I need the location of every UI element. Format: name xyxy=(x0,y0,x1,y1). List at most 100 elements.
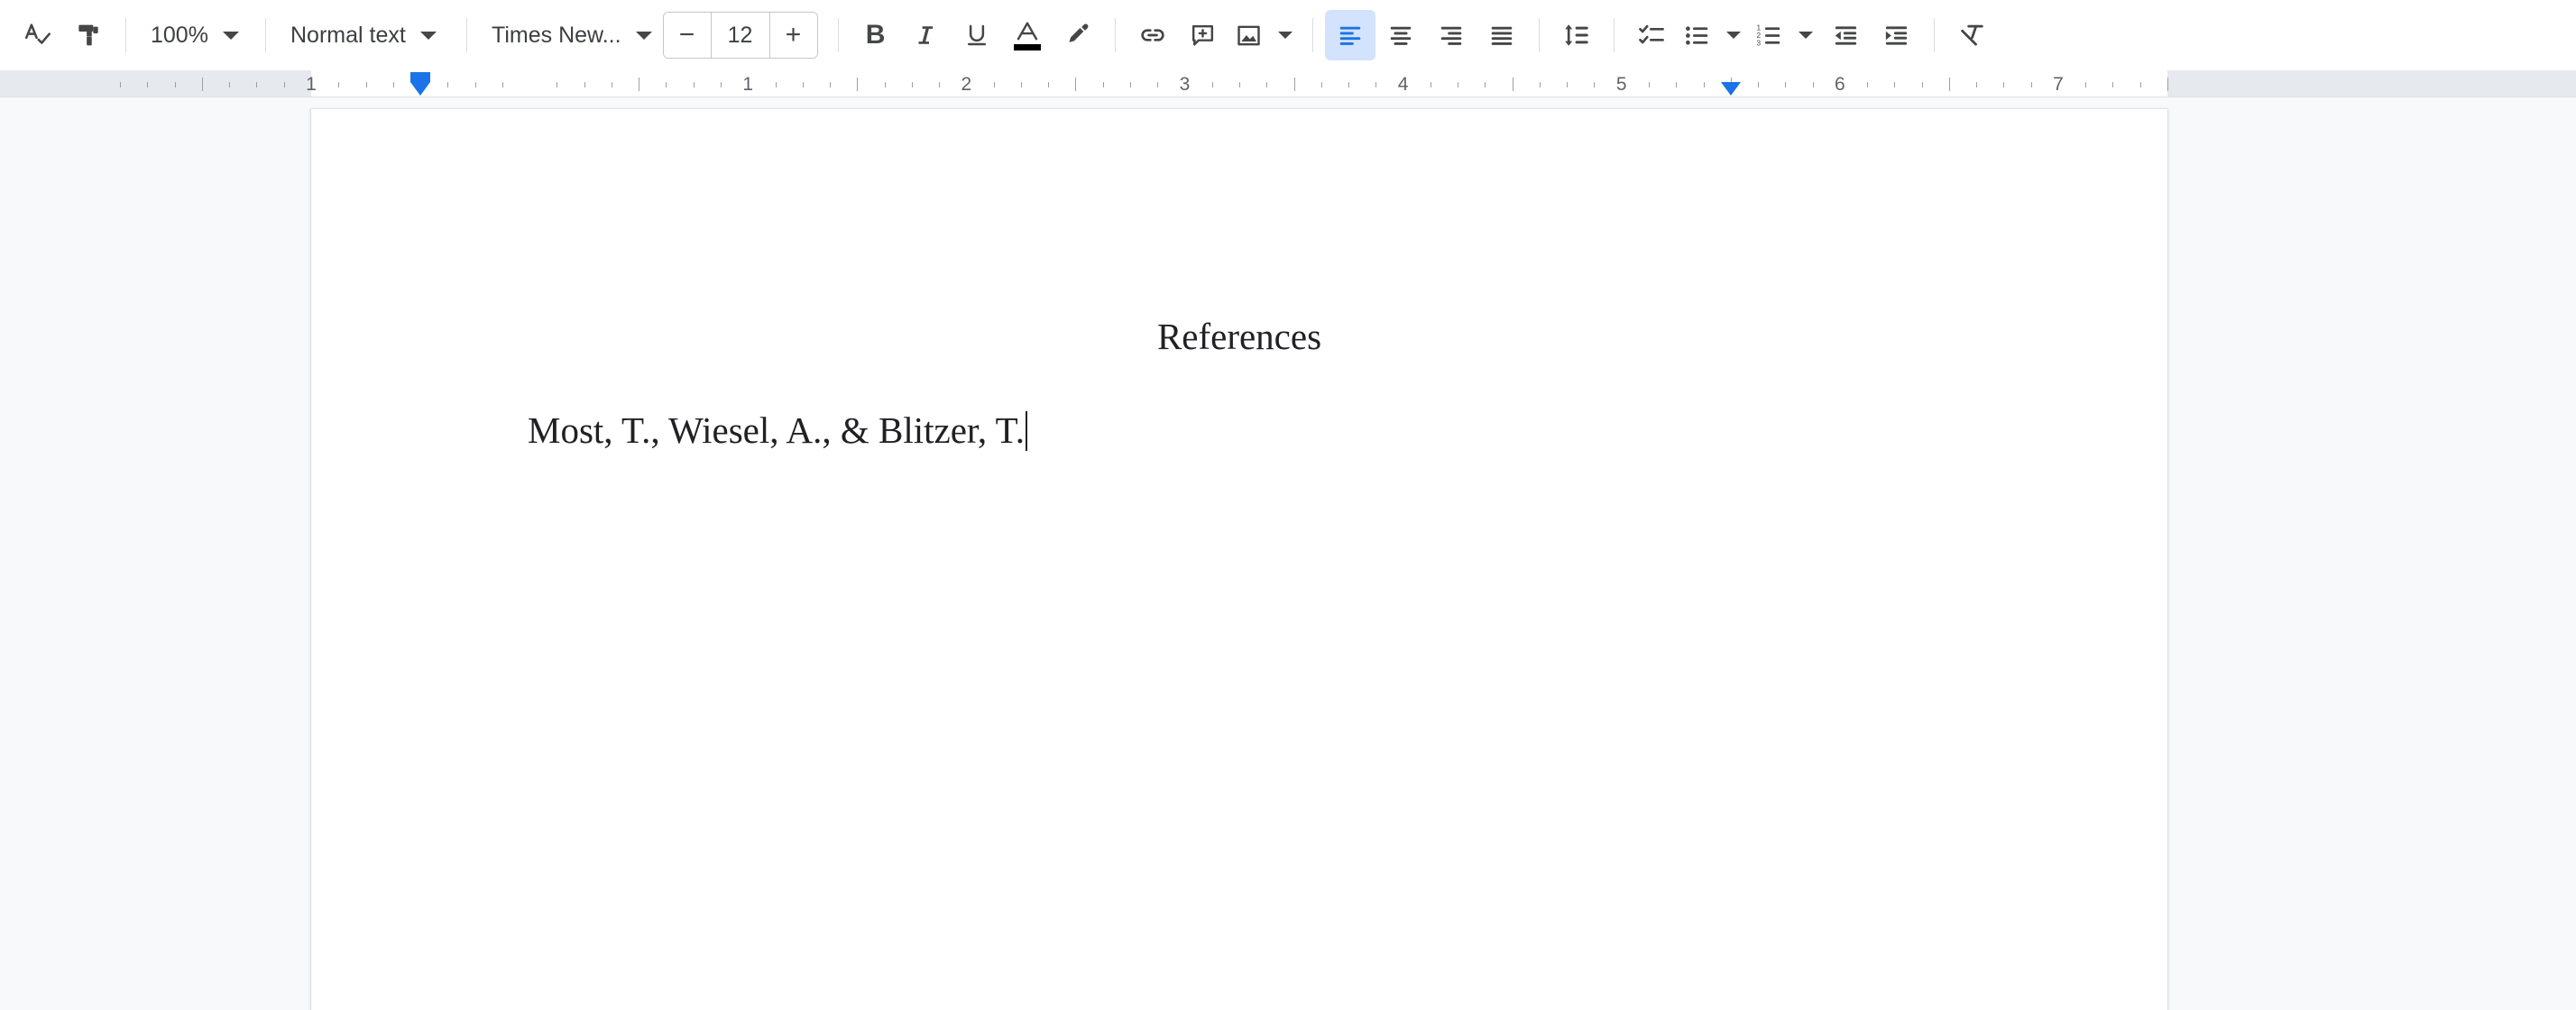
chevron-down-icon xyxy=(1798,32,1813,39)
ruler-number: 1 xyxy=(742,74,754,95)
ruler-tick xyxy=(1485,82,1486,87)
increase-font-size-button[interactable]: + xyxy=(769,13,817,58)
spelling-check-button[interactable] xyxy=(13,10,63,60)
ruler-tick xyxy=(666,82,667,87)
ruler-ticks: 1 1 2 3 4 5 6 7 xyxy=(0,70,2576,96)
right-indent-marker[interactable] xyxy=(1720,82,1741,96)
left-indent-marker[interactable] xyxy=(410,82,431,96)
decrease-indent-button[interactable] xyxy=(1821,10,1872,60)
document-ruler[interactable]: 1 1 2 3 4 5 6 7 xyxy=(0,70,2576,97)
italic-button[interactable] xyxy=(901,10,952,60)
chevron-down-icon xyxy=(1725,32,1741,39)
text-cursor xyxy=(1025,411,1027,451)
spellcheck-icon xyxy=(23,20,53,50)
ruler-number: 7 xyxy=(2053,74,2064,95)
ruler-tick xyxy=(584,82,585,87)
bulleted-list-button[interactable] xyxy=(1677,10,1718,60)
paragraph-text: Most, T., Wiesel, A., & Blitzer, T. xyxy=(528,409,1025,451)
ruler-tick xyxy=(338,82,340,87)
add-comment-button[interactable] xyxy=(1178,10,1228,60)
highlight-color-button[interactable] xyxy=(1053,10,1103,60)
ruler-tick xyxy=(120,82,122,87)
ruler-number: 5 xyxy=(1615,74,1627,95)
align-left-icon xyxy=(1337,22,1364,49)
align-right-button[interactable] xyxy=(1426,10,1477,60)
align-left-button[interactable] xyxy=(1324,10,1375,60)
ruler-tick xyxy=(147,82,149,87)
first-line-indent-marker[interactable] xyxy=(410,72,431,82)
insert-image-button[interactable] xyxy=(1228,10,1270,60)
decrease-font-size-button[interactable]: − xyxy=(663,13,711,58)
ruler-tick xyxy=(174,82,176,87)
insert-image-dropdown[interactable] xyxy=(1270,10,1301,60)
numbered-list-dropdown[interactable] xyxy=(1790,10,1821,60)
ruler-number: 2 xyxy=(961,74,972,95)
ruler-tick xyxy=(775,82,777,87)
zoom-selector[interactable]: 100% xyxy=(138,10,253,60)
ruler-number: 6 xyxy=(1834,74,1845,95)
document-page[interactable]: References Most, T., Wiesel, A., & Blitz… xyxy=(311,109,2167,1010)
ruler-tick xyxy=(1075,78,1077,91)
align-center-button[interactable] xyxy=(1375,10,1426,60)
bulleted-list-dropdown[interactable] xyxy=(1718,10,1749,60)
ruler-tick xyxy=(1785,82,1787,87)
text-color-button[interactable] xyxy=(1002,10,1053,60)
ruler-tick xyxy=(720,82,722,87)
ruler-tick xyxy=(1020,82,1022,87)
checklist-button[interactable] xyxy=(1626,10,1677,60)
ruler-tick xyxy=(392,82,394,87)
font-family-value: Times New... xyxy=(492,22,621,48)
ruler-tick xyxy=(1976,82,1978,87)
document-body[interactable]: References Most, T., Wiesel, A., & Blitz… xyxy=(528,318,1951,451)
ruler-tick xyxy=(201,78,203,91)
increase-indent-icon xyxy=(1882,22,1910,50)
italic-icon xyxy=(913,22,940,49)
paragraph-style-selector[interactable]: Normal text xyxy=(278,10,455,60)
document-heading: References xyxy=(1156,316,1322,357)
ruler-tick xyxy=(884,82,886,87)
document-canvas[interactable]: References Most, T., Wiesel, A., & Blitz… xyxy=(0,97,2576,1010)
ruler-tick xyxy=(1894,82,1896,87)
ruler-tick xyxy=(474,82,476,87)
line-spacing-button[interactable] xyxy=(1551,10,1602,60)
underline-icon xyxy=(963,22,990,49)
align-justify-button[interactable] xyxy=(1477,10,1527,60)
increase-indent-button[interactable] xyxy=(1872,10,1922,60)
numbered-list-button[interactable]: 1 2 3 xyxy=(1749,10,1790,60)
ruler-tick xyxy=(939,82,941,87)
toolbar-divider xyxy=(125,18,126,52)
toolbar-divider xyxy=(466,18,467,52)
ruler-number: 4 xyxy=(1397,74,1409,95)
decrease-indent-icon xyxy=(1832,22,1860,50)
bulleted-list-icon xyxy=(1683,22,1711,50)
svg-text:3: 3 xyxy=(1757,39,1762,47)
ruler-tick xyxy=(447,82,449,87)
font-family-selector[interactable]: Times New... xyxy=(479,10,658,60)
align-justify-icon xyxy=(1488,22,1515,49)
comment-add-icon xyxy=(1189,22,1217,50)
underline-button[interactable] xyxy=(952,10,1002,60)
chevron-down-icon xyxy=(1277,32,1293,39)
ruler-tick xyxy=(1239,82,1240,87)
clear-formatting-button[interactable] xyxy=(1946,10,1997,60)
font-size-input[interactable]: 12 xyxy=(710,13,770,58)
bold-button[interactable]: B xyxy=(851,10,901,60)
ruler-tick xyxy=(1594,82,1596,87)
paint-format-button[interactable] xyxy=(63,10,114,60)
numbered-list-icon: 1 2 3 xyxy=(1755,22,1783,50)
ruler-tick xyxy=(911,82,913,87)
ruler-tick xyxy=(1648,82,1650,87)
ruler-tick xyxy=(1102,82,1104,87)
paint-format-icon xyxy=(74,21,103,50)
ruler-tick xyxy=(993,82,995,87)
font-size-stepper[interactable]: − 12 + xyxy=(662,12,818,59)
paragraph-style-value: Normal text xyxy=(290,22,406,48)
document-paragraph[interactable]: Most, T., Wiesel, A., & Blitzer, T. xyxy=(528,411,1951,451)
ruler-tick xyxy=(1758,82,1760,87)
insert-link-button[interactable] xyxy=(1127,10,1178,60)
clear-formatting-icon xyxy=(1957,21,1986,50)
ruler-tick xyxy=(857,78,859,91)
align-right-icon xyxy=(1438,22,1465,49)
align-center-icon xyxy=(1387,22,1414,49)
link-icon xyxy=(1138,21,1167,50)
